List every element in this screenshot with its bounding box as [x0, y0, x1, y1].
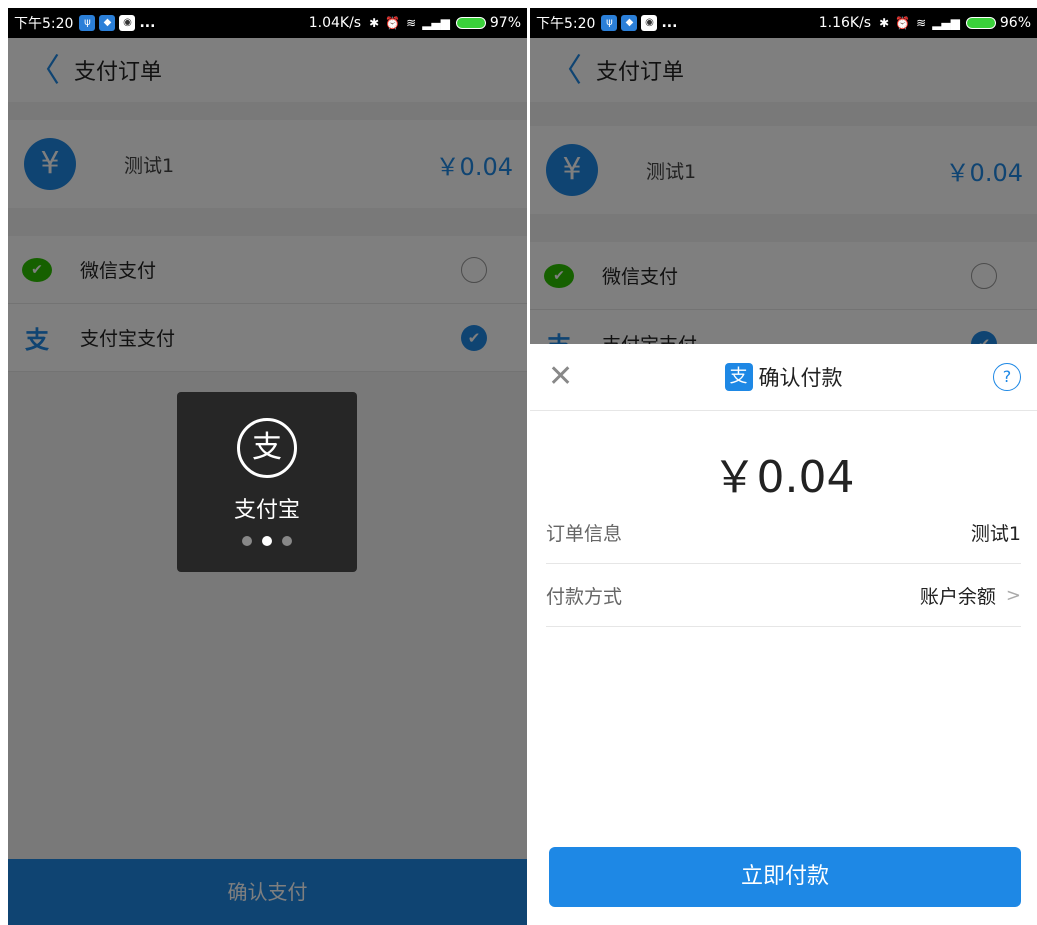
usb-icon: ψ: [601, 15, 618, 31]
battery-level: 96%: [999, 15, 1031, 31]
info-key: 订单信息: [546, 522, 623, 545]
wifi-icon: ≋: [406, 16, 417, 30]
more-notifications: ...: [661, 15, 678, 31]
loading-dot: [262, 536, 272, 546]
phone-screen-right: 下午5:20 ψ ◆ ◉ ... 1.16K/s ✱ ⏰ ≋ ▂▄▆ 96% 〈…: [530, 8, 1037, 925]
network-speed: 1.16K/s: [818, 15, 872, 31]
alipay-icon: 支: [724, 363, 753, 391]
usb-icon: ψ: [79, 15, 96, 31]
alipay-icon: 支: [237, 418, 297, 478]
info-key: 付款方式: [546, 585, 623, 608]
app-notification-icon: ◆: [621, 15, 638, 31]
phone-screen-left: 下午5:20 ψ ◆ ◉ ... 1.04K/s ✱ ⏰ ≋ ▂▄▆ 97% 〈…: [8, 8, 527, 925]
status-time: 下午5:20: [14, 16, 74, 32]
alarm-icon: ⏰: [385, 16, 401, 30]
loading-indicator: [177, 536, 357, 546]
app-notification-icon: ◆: [99, 15, 116, 31]
status-bar: 下午5:20 ψ ◆ ◉ ... 1.16K/s ✱ ⏰ ≋ ▂▄▆ 96%: [530, 8, 1037, 38]
loading-dialog: 支 支付宝: [177, 392, 357, 572]
loading-label: 支付宝: [233, 498, 300, 523]
battery-icon: [965, 17, 996, 29]
alarm-icon: ⏰: [895, 16, 911, 30]
close-icon[interactable]: ✕: [548, 362, 573, 392]
info-value: 账户余额: [919, 585, 996, 608]
help-icon[interactable]: ?: [993, 363, 1021, 391]
pay-now-button[interactable]: 立即付款: [549, 847, 1021, 907]
wifi-icon: ≋: [916, 16, 927, 30]
sheet-title: 支 确认付款: [530, 362, 1037, 392]
status-time: 下午5:20: [536, 16, 596, 32]
signal-icon: ▂▄▆: [422, 16, 450, 30]
network-speed: 1.04K/s: [308, 15, 362, 31]
signal-icon: ▂▄▆: [932, 16, 960, 30]
payment-method-row[interactable]: 付款方式 账户余额 >: [546, 564, 1021, 627]
status-bar: 下午5:20 ψ ◆ ◉ ... 1.04K/s ✱ ⏰ ≋ ▂▄▆ 97%: [8, 8, 527, 38]
bluetooth-icon: ✱: [369, 16, 380, 30]
order-info-row: 订单信息 测试1: [546, 501, 1021, 564]
bluetooth-icon: ✱: [879, 16, 890, 30]
info-value: 测试1: [970, 522, 1021, 545]
payment-confirm-sheet: ✕ 支 确认付款 ? ￥0.04 订单信息 测试1 付款方式 账户余额 > 立即…: [530, 344, 1037, 925]
loading-dot: [282, 536, 292, 546]
chevron-right-icon: >: [1005, 584, 1021, 606]
sheet-header: ✕ 支 确认付款 ?: [530, 344, 1037, 411]
sheet-title-text: 确认付款: [758, 366, 843, 390]
battery-level: 97%: [489, 15, 521, 31]
loading-dot: [242, 536, 252, 546]
battery-icon: [455, 17, 486, 29]
eye-icon: ◉: [119, 15, 136, 31]
eye-icon: ◉: [641, 15, 658, 31]
payment-amount: ￥0.04: [712, 452, 855, 503]
more-notifications: ...: [139, 15, 156, 31]
